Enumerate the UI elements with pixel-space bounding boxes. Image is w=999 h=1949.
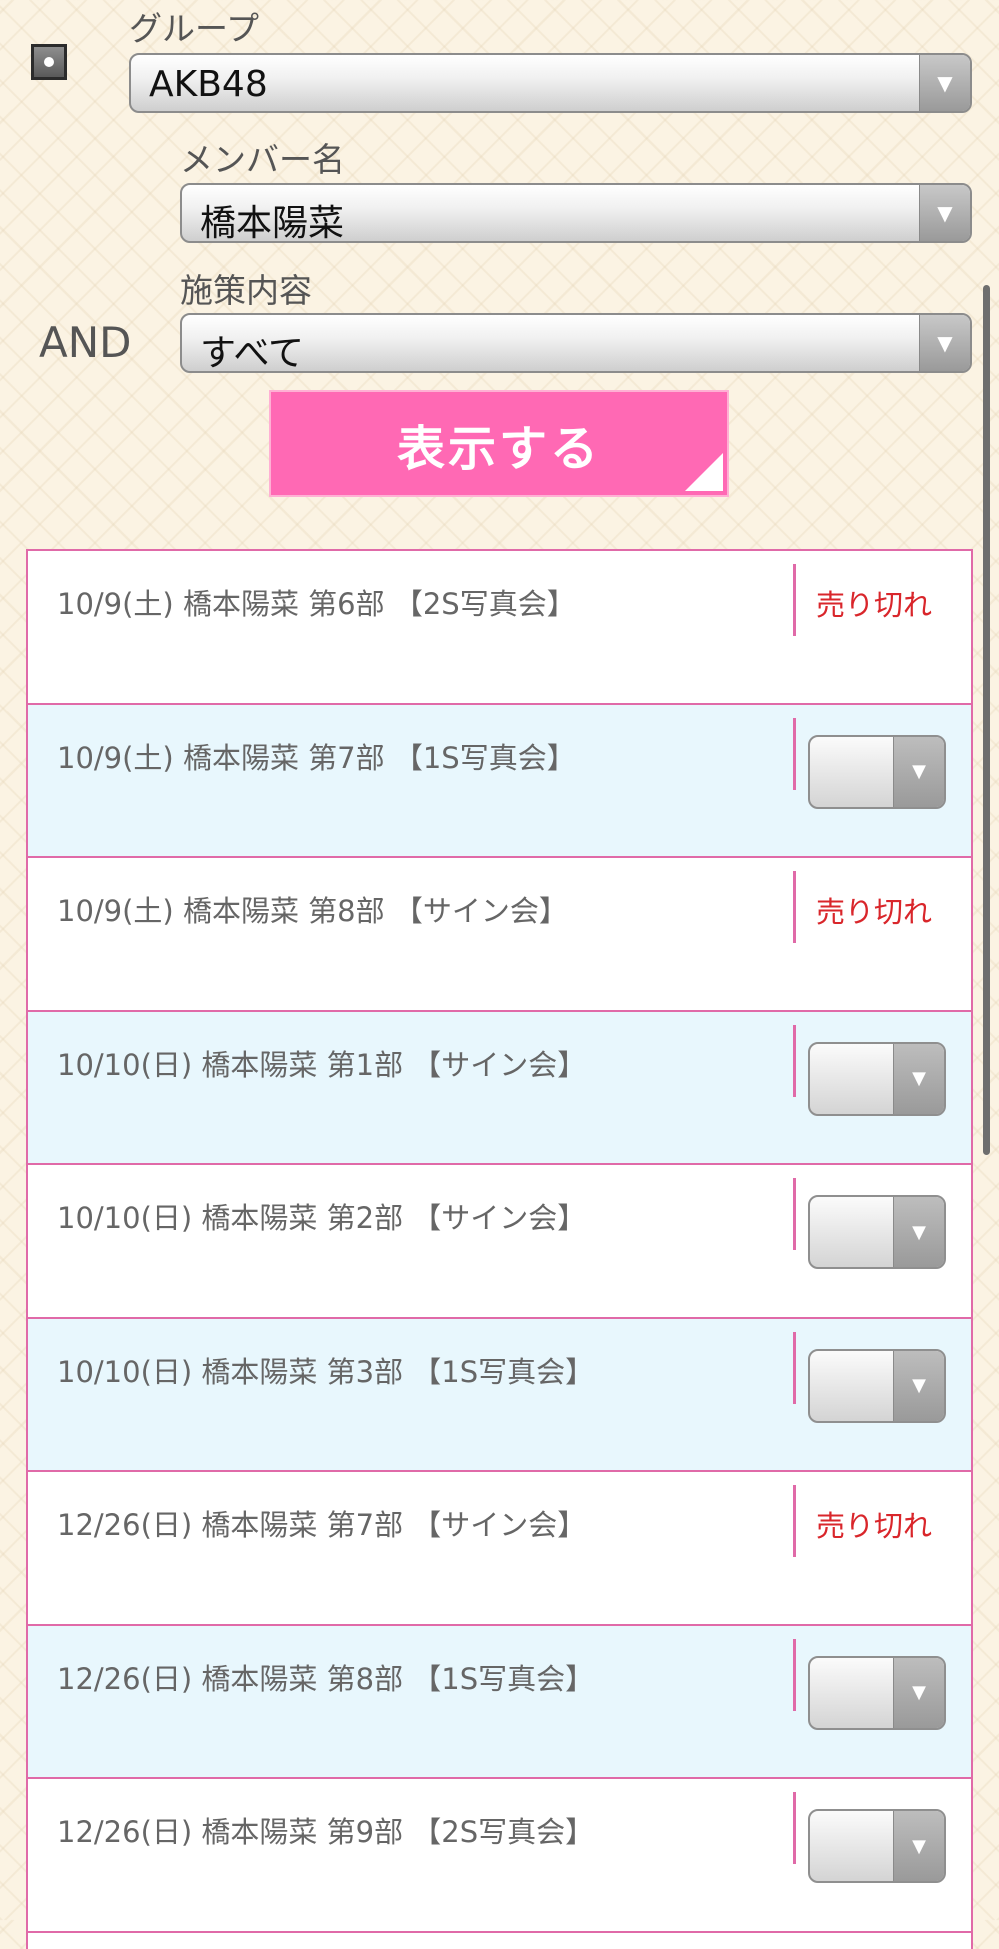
row-divider bbox=[793, 1792, 796, 1864]
row-divider bbox=[793, 717, 796, 790]
event-title: 10/10(日) 橋本陽菜 第2部 【サイン会】 bbox=[57, 1201, 587, 1235]
group-label: グループ bbox=[129, 9, 260, 48]
checkbox-dot-icon bbox=[44, 57, 54, 67]
and-label: AND bbox=[39, 318, 132, 367]
event-title: 10/10(日) 橋本陽菜 第3部 【1S写真会】 bbox=[57, 1354, 595, 1389]
member-label: メンバー名 bbox=[180, 140, 345, 179]
chevron-down-icon: ▼ bbox=[919, 55, 970, 111]
chevron-down-icon: ▼ bbox=[919, 315, 970, 371]
chevron-down-icon: ▼ bbox=[919, 185, 970, 241]
row-divider bbox=[793, 1485, 796, 1557]
chevron-down-icon: ▼ bbox=[893, 1657, 944, 1728]
show-button[interactable]: 表示する bbox=[269, 390, 729, 497]
row-divider bbox=[793, 1638, 796, 1711]
list-item: 10/9(土) 橋本陽菜 第7部 【1S写真会】 ▼ bbox=[28, 704, 971, 858]
corner-triangle-icon bbox=[685, 453, 723, 491]
chevron-down-icon: ▼ bbox=[893, 1811, 944, 1881]
sold-out-label: 売り切れ bbox=[816, 895, 933, 929]
list-item: 10/9(土) 橋本陽菜 第8部 【サイン会】 売り切れ bbox=[28, 858, 971, 1012]
quantity-select[interactable]: ▼ bbox=[808, 1348, 946, 1423]
content-select[interactable]: すべて ▼ bbox=[180, 313, 972, 373]
content-select-value: すべて bbox=[200, 333, 305, 373]
group-checkbox[interactable] bbox=[31, 44, 67, 80]
event-title: 10/9(土) 橋本陽菜 第8部 【サイン会】 bbox=[57, 894, 568, 928]
content-label: 施策内容 bbox=[180, 271, 312, 310]
event-title: 12/26(日) 橋本陽菜 第8部 【1S写真会】 bbox=[57, 1661, 595, 1696]
quantity-select[interactable]: ▼ bbox=[808, 1809, 946, 1883]
event-title: 12/26(日) 橋本陽菜 第9部 【2S写真会】 bbox=[57, 1815, 595, 1849]
chevron-down-icon: ▼ bbox=[893, 1043, 944, 1114]
list-item: 10/9(土) 橋本陽菜 第6部 【2S写真会】 売り切れ bbox=[28, 551, 971, 705]
list-item: 12/26(日) 橋本陽菜 第7部 【サイン会】 売り切れ bbox=[28, 1472, 971, 1626]
row-divider bbox=[793, 1178, 796, 1250]
row-divider bbox=[793, 871, 796, 943]
row-divider bbox=[793, 564, 796, 636]
group-select[interactable]: AKB48 ▼ bbox=[129, 53, 972, 113]
sold-out-label: 売り切れ bbox=[816, 1509, 933, 1543]
chevron-down-icon: ▼ bbox=[893, 1350, 944, 1421]
event-title: 10/9(土) 橋本陽菜 第6部 【2S写真会】 bbox=[57, 587, 576, 621]
list-item: 10/10(日) 橋本陽菜 第2部 【サイン会】 ▼ bbox=[28, 1165, 971, 1319]
show-button-label: 表示する bbox=[396, 420, 601, 477]
quantity-select[interactable]: ▼ bbox=[808, 1655, 946, 1730]
list-item: 12/26(日) 橋本陽菜 第9部 【2S写真会】 ▼ bbox=[28, 1779, 971, 1933]
event-list: 10/9(土) 橋本陽菜 第6部 【2S写真会】 売り切れ 10/9(土) 橋本陽菜… bbox=[26, 549, 973, 1949]
list-item: 12/26(日) 橋本陽菜 第8部 【1S写真会】 ▼ bbox=[28, 1625, 971, 1779]
event-title: 12/26(日) 橋本陽菜 第7部 【サイン会】 bbox=[57, 1508, 587, 1542]
group-select-value: AKB48 bbox=[149, 64, 268, 105]
chevron-down-icon: ▼ bbox=[893, 736, 944, 807]
event-title: 10/10(日) 橋本陽菜 第1部 【サイン会】 bbox=[57, 1047, 587, 1082]
quantity-select[interactable]: ▼ bbox=[808, 1041, 946, 1116]
list-item: 10/10(日) 橋本陽菜 第1部 【サイン会】 ▼ bbox=[28, 1011, 971, 1165]
scrollbar[interactable] bbox=[983, 285, 990, 1155]
chevron-down-icon: ▼ bbox=[893, 1197, 944, 1267]
member-select-value: 橋本陽菜 bbox=[200, 203, 345, 243]
list-item: 10/10(日) 橋本陽菜 第3部 【1S写真会】 ▼ bbox=[28, 1318, 971, 1472]
row-divider bbox=[793, 1331, 796, 1404]
quantity-select[interactable]: ▼ bbox=[808, 734, 946, 809]
event-title: 10/9(土) 橋本陽菜 第7部 【1S写真会】 bbox=[57, 740, 576, 775]
sold-out-label: 売り切れ bbox=[816, 588, 933, 622]
row-divider bbox=[793, 1024, 796, 1097]
member-select[interactable]: 橋本陽菜 ▼ bbox=[180, 183, 972, 243]
quantity-select[interactable]: ▼ bbox=[808, 1195, 946, 1269]
